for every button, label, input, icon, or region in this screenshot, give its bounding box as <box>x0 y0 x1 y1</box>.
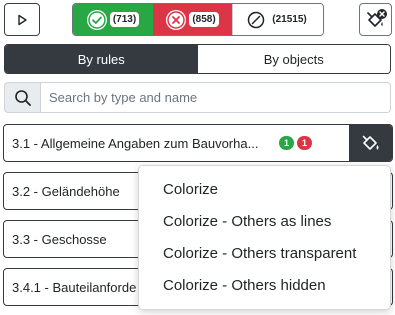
paint-bucket-x-icon <box>366 8 387 27</box>
menu-item-colorize[interactable]: Colorize <box>139 174 390 206</box>
play-icon <box>18 14 27 25</box>
tab-by-rules[interactable]: By rules <box>5 45 198 73</box>
failed-filter-button[interactable]: (858) <box>153 4 232 35</box>
clear-colors-button[interactable] <box>359 3 392 36</box>
check-circle-icon <box>86 9 107 30</box>
not-applicable-count: (21515) <box>269 12 310 27</box>
passed-filter-button[interactable]: (713) <box>73 4 153 35</box>
result-count-group: (713) (858) (21515) <box>72 3 324 36</box>
run-check-button[interactable] <box>4 3 40 36</box>
status-toolbar: (713) (858) (21515) <box>4 3 392 36</box>
x-circle-icon <box>166 9 187 30</box>
search-bar <box>4 82 391 113</box>
failed-count: (858) <box>189 12 219 27</box>
slash-circle-icon <box>246 10 266 30</box>
rule-label: 3.2 - Geländehöhe <box>12 183 120 199</box>
view-tabs: By rules By objects <box>4 44 391 74</box>
colorize-menu: Colorize Colorize - Others as lines Colo… <box>138 165 391 310</box>
menu-item-colorize-others-transparent[interactable]: Colorize - Others transparent <box>139 238 390 270</box>
passed-badge: 1 <box>279 136 294 150</box>
menu-item-colorize-others-lines[interactable]: Colorize - Others as lines <box>139 206 390 238</box>
not-applicable-filter-button[interactable]: (21515) <box>232 4 323 35</box>
paint-bucket-icon <box>362 135 378 150</box>
colorize-dropdown-button[interactable] <box>349 125 392 161</box>
rule-item[interactable]: 3.1 - Allgemeine Angaben zum Bauvorha...… <box>3 124 393 162</box>
tab-by-objects[interactable]: By objects <box>197 45 390 73</box>
search-input[interactable] <box>40 82 391 113</box>
rule-label: 3.4.1 - Bauteilanforde <box>12 279 137 295</box>
rule-label: 3.1 - Allgemeine Angaben zum Bauvorha... <box>12 135 259 151</box>
menu-item-colorize-others-hidden[interactable]: Colorize - Others hidden <box>139 270 390 302</box>
search-icon <box>14 89 31 106</box>
rule-label: 3.3 - Geschosse <box>12 231 107 247</box>
passed-count: (713) <box>109 12 140 27</box>
search-icon-box <box>4 82 40 113</box>
failed-badge: 1 <box>297 136 312 150</box>
